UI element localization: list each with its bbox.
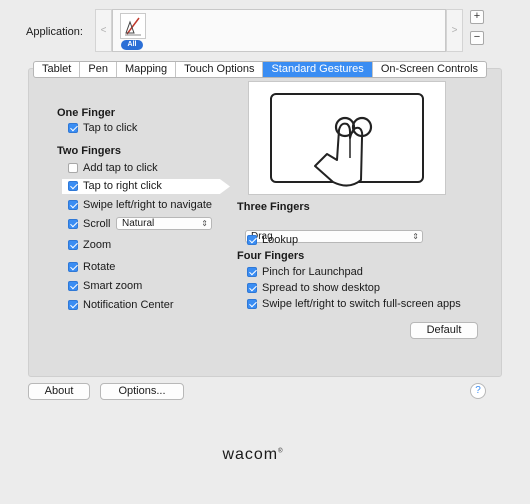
spread-desktop-option[interactable]: Spread to show desktop <box>247 282 380 294</box>
swipe-fullscreen-checkbox[interactable] <box>247 299 257 309</box>
scroll-option[interactable]: Scroll <box>68 218 111 230</box>
notification-center-label: Notification Center <box>83 299 174 311</box>
lookup-label: Lookup <box>262 234 299 246</box>
all-badge: All <box>121 40 143 50</box>
remove-application-button[interactable]: − <box>470 31 484 45</box>
notification-center-checkbox[interactable] <box>68 300 78 310</box>
tab-bar: Tablet Pen Mapping Touch Options Standar… <box>33 61 488 78</box>
swipe-fullscreen-label: Swipe left/right to switch full-screen a… <box>262 298 461 310</box>
swipe-navigate-checkbox[interactable] <box>68 200 78 210</box>
tap-to-click-checkbox[interactable] <box>68 123 78 133</box>
smart-zoom-option[interactable]: Smart zoom <box>68 280 142 292</box>
notification-center-option[interactable]: Notification Center <box>68 299 174 311</box>
tab-mapping[interactable]: Mapping <box>117 62 177 77</box>
app-scroll-right-button[interactable]: > <box>446 9 463 52</box>
swipe-navigate-option[interactable]: Swipe left/right to navigate <box>68 199 212 211</box>
swipe-navigate-label: Swipe left/right to navigate <box>83 199 213 211</box>
smart-zoom-label: Smart zoom <box>83 280 143 292</box>
tap-to-right-click-option[interactable]: Tap to right click <box>68 180 162 192</box>
all-applications-icon[interactable] <box>120 13 146 39</box>
gesture-preview <box>248 81 446 195</box>
scroll-label: Scroll <box>83 218 111 230</box>
tab-touch-options[interactable]: Touch Options <box>176 62 264 77</box>
one-finger-heading: One Finger <box>57 107 116 119</box>
select-updown-icon: ⇕ <box>412 232 419 241</box>
lookup-checkbox[interactable] <box>247 235 257 245</box>
tap-to-click-label: Tap to click <box>83 122 138 134</box>
rotate-label: Rotate <box>83 261 116 273</box>
zoom-label: Zoom <box>83 239 112 251</box>
select-updown-icon: ⇕ <box>201 219 208 228</box>
wacom-logo-text: wacom <box>222 446 279 463</box>
options-button[interactable]: Options... <box>100 383 184 400</box>
app-scroll-left-button[interactable]: < <box>95 9 112 52</box>
application-label: Application: <box>26 26 83 38</box>
tap-to-click-option[interactable]: Tap to click <box>68 122 137 134</box>
scroll-direction-select[interactable]: Natural ⇕ <box>116 217 212 230</box>
default-button[interactable]: Default <box>410 322 478 339</box>
tab-tablet[interactable]: Tablet <box>34 62 81 77</box>
three-fingers-heading: Three Fingers <box>237 201 310 213</box>
tap-to-right-click-label: Tap to right click <box>83 180 162 192</box>
pinch-launchpad-label: Pinch for Launchpad <box>262 266 363 278</box>
spread-desktop-checkbox[interactable] <box>247 283 257 293</box>
rotate-checkbox[interactable] <box>68 262 78 272</box>
pinch-launchpad-option[interactable]: Pinch for Launchpad <box>247 266 363 278</box>
smart-zoom-checkbox[interactable] <box>68 281 78 291</box>
help-button[interactable]: ? <box>470 383 486 399</box>
trademark-symbol: ® <box>278 448 284 455</box>
tab-on-screen-controls[interactable]: On-Screen Controls <box>373 62 486 77</box>
spread-desktop-label: Spread to show desktop <box>262 282 381 294</box>
swipe-fullscreen-option[interactable]: Swipe left/right to switch full-screen a… <box>247 298 461 310</box>
scroll-checkbox[interactable] <box>68 219 78 229</box>
tap-to-right-click-checkbox[interactable] <box>68 181 78 191</box>
about-button[interactable]: About <box>28 383 90 400</box>
scroll-direction-value: Natural <box>122 218 155 229</box>
add-tap-to-click-label: Add tap to click <box>83 162 158 174</box>
wacom-logo: wacom® <box>0 446 506 464</box>
rotate-option[interactable]: Rotate <box>68 261 115 273</box>
four-fingers-heading: Four Fingers <box>237 250 305 262</box>
application-list[interactable] <box>112 9 446 52</box>
zoom-option[interactable]: Zoom <box>68 239 111 251</box>
zoom-checkbox[interactable] <box>68 240 78 250</box>
tab-pen[interactable]: Pen <box>80 62 117 77</box>
lookup-option[interactable]: Lookup <box>247 234 298 246</box>
add-tap-to-click-option[interactable]: Add tap to click <box>68 162 158 174</box>
add-tap-to-click-checkbox[interactable] <box>68 163 78 173</box>
add-application-button[interactable]: + <box>470 10 484 24</box>
tab-standard-gestures[interactable]: Standard Gestures <box>263 62 373 77</box>
two-fingers-heading: Two Fingers <box>57 145 121 157</box>
two-finger-tap-illustration-icon <box>270 93 424 187</box>
pinch-launchpad-checkbox[interactable] <box>247 267 257 277</box>
